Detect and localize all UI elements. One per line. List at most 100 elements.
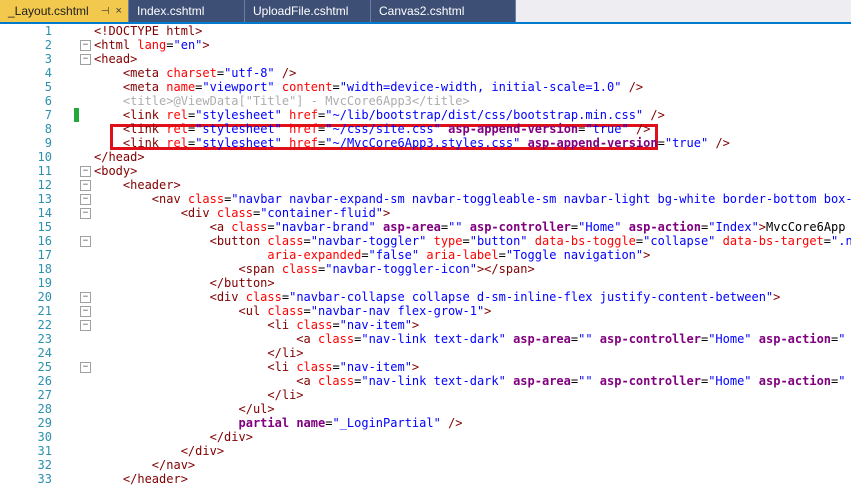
code-line[interactable]: 10 </head> (0, 150, 851, 164)
code-line[interactable]: 32 </nav> (0, 458, 851, 472)
code-text[interactable]: <div class="navbar-collapse collapse d-s… (94, 290, 781, 304)
tab--layout-cshtml[interactable]: _Layout.cshtml ⊣ × (0, 0, 129, 22)
code-text[interactable]: <title>@ViewData["Title"] - MvcCore6App3… (94, 94, 470, 108)
code-line[interactable]: 1 <!DOCTYPE html> (0, 24, 851, 38)
code-text[interactable]: <meta charset="utf-8" /> (94, 66, 296, 80)
code-text[interactable]: aria-expanded="false" aria-label="Toggle… (94, 248, 650, 262)
code-text[interactable]: <link rel="stylesheet" href="~/css/site.… (94, 122, 651, 136)
code-text[interactable]: <body> (94, 164, 137, 178)
code-text[interactable]: </header> (94, 472, 188, 486)
code-line[interactable]: 23 <a class="nav-link text-dark" asp-are… (0, 332, 851, 346)
code-text[interactable]: <link rel="stylesheet" href="~/lib/boots… (94, 108, 665, 122)
code-text[interactable]: </div> (94, 430, 253, 444)
collapse-icon[interactable]: − (80, 320, 91, 331)
code-line[interactable]: 33 </header> (0, 472, 851, 486)
code-line[interactable]: 16 <button class="navbar-toggler" type="… (0, 234, 851, 248)
document-tab-bar: _Layout.cshtml ⊣ × Index.cshtml UploadFile.c… (0, 0, 851, 24)
code-line[interactable]: 7 <link rel="stylesheet" href="~/lib/boo… (0, 108, 851, 122)
line-number: 22 (37, 318, 52, 332)
code-text[interactable]: <a class="nav-link text-dark" asp-area="… (94, 332, 845, 346)
code-line[interactable]: 26 <a class="nav-link text-dark" asp-are… (0, 374, 851, 388)
code-text[interactable]: <div class="container-fluid"> (94, 206, 391, 220)
code-line[interactable]: 3 <head> − (0, 52, 851, 66)
line-number: 13 (37, 192, 52, 206)
code-line[interactable]: 28 </ul> (0, 402, 851, 416)
code-editor[interactable]: 1 <!DOCTYPE html> 2 <html lang="en"> −3 <head… (0, 24, 851, 488)
code-line[interactable]: 22 <li class="nav-item"> − (0, 318, 851, 332)
code-line[interactable]: 15 <a class="navbar-brand" asp-area="" a… (0, 220, 851, 234)
code-text[interactable]: <a class="nav-link text-dark" asp-area="… (94, 374, 845, 388)
collapse-icon[interactable]: − (80, 40, 91, 51)
code-text[interactable]: </button> (94, 276, 275, 290)
line-number: 21 (37, 304, 52, 318)
code-text[interactable]: </div> (94, 444, 224, 458)
line-number: 19 (37, 276, 52, 290)
collapse-icon[interactable]: − (80, 180, 91, 191)
tab-label: UploadFile.cshtml (253, 4, 349, 18)
code-line[interactable]: 24 </li> (0, 346, 851, 360)
code-line[interactable]: 19 </button> (0, 276, 851, 290)
code-line[interactable]: 14 <div class="container-fluid"> − (0, 206, 851, 220)
code-line[interactable]: 5 <meta name="viewport" content="width=d… (0, 80, 851, 94)
code-text[interactable]: <html lang="en"> (94, 38, 210, 52)
line-number: 17 (37, 248, 52, 262)
code-text[interactable]: <meta name="viewport" content="width=dev… (94, 80, 643, 94)
code-line[interactable]: 31 </div> (0, 444, 851, 458)
code-line[interactable]: 6 <title>@ViewData["Title"] - MvcCore6Ap… (0, 94, 851, 108)
code-text[interactable]: <li class="nav-item"> (94, 318, 419, 332)
collapse-icon[interactable]: − (80, 236, 91, 247)
code-text[interactable]: <button class="navbar-toggler" type="but… (94, 234, 851, 248)
line-number: 24 (37, 346, 52, 360)
code-line[interactable]: 27 </li> (0, 388, 851, 402)
code-text[interactable]: </li> (94, 388, 303, 402)
tab-canvas2-cshtml[interactable]: Canvas2.cshtml (371, 0, 516, 22)
code-text[interactable]: <span class="navbar-toggler-icon"></span… (94, 262, 535, 276)
code-line[interactable]: 8 <link rel="stylesheet" href="~/css/sit… (0, 122, 851, 136)
code-text[interactable]: <!DOCTYPE html> (94, 24, 202, 38)
collapse-icon[interactable]: − (80, 292, 91, 303)
code-line[interactable]: 25 <li class="nav-item"> − (0, 360, 851, 374)
code-text[interactable]: <li class="nav-item"> (94, 360, 419, 374)
code-line[interactable]: 2 <html lang="en"> − (0, 38, 851, 52)
line-number: 27 (37, 388, 52, 402)
pin-icon[interactable]: ⊣ (101, 6, 110, 17)
code-text[interactable]: </nav> (94, 458, 195, 472)
tab-uploadfile-cshtml[interactable]: UploadFile.cshtml (245, 0, 371, 22)
code-line[interactable]: 12 <header> − (0, 178, 851, 192)
code-line[interactable]: 18 <span class="navbar-toggler-icon"></s… (0, 262, 851, 276)
code-text[interactable]: </ul> (94, 402, 275, 416)
collapse-icon[interactable]: − (80, 194, 91, 205)
code-line[interactable]: 30 </div> (0, 430, 851, 444)
collapse-icon[interactable]: − (80, 362, 91, 373)
line-number: 14 (37, 206, 52, 220)
code-line[interactable]: 29 partial name="_LoginPartial" /> (0, 416, 851, 430)
code-line[interactable]: 20 <div class="navbar-collapse collapse … (0, 290, 851, 304)
collapse-icon[interactable]: − (80, 208, 91, 219)
code-line[interactable]: 17 aria-expanded="false" aria-label="Tog… (0, 248, 851, 262)
line-number: 26 (37, 374, 52, 388)
code-text[interactable]: <ul class="navbar-nav flex-grow-1"> (94, 304, 492, 318)
code-line[interactable]: 4 <meta charset="utf-8" /> (0, 66, 851, 80)
code-text[interactable]: <header> (94, 178, 181, 192)
line-number: 16 (37, 234, 52, 248)
collapse-icon[interactable]: − (80, 166, 91, 177)
code-line[interactable]: 13 <nav class="navbar navbar-expand-sm n… (0, 192, 851, 206)
collapse-icon[interactable]: − (80, 54, 91, 65)
line-number: 2 (44, 38, 52, 52)
line-number: 4 (44, 66, 52, 80)
code-line[interactable]: 11 <body> − (0, 164, 851, 178)
collapse-icon[interactable]: − (80, 306, 91, 317)
line-number: 25 (37, 360, 52, 374)
code-text[interactable]: </head> (94, 150, 145, 164)
code-text[interactable]: </li> (94, 346, 303, 360)
code-line[interactable]: 21 <ul class="navbar-nav flex-grow-1"> − (0, 304, 851, 318)
line-number: 28 (37, 402, 52, 416)
code-text[interactable]: <a class="navbar-brand" asp-area="" asp-… (94, 220, 846, 234)
close-icon[interactable]: × (115, 5, 121, 17)
tab-index-cshtml[interactable]: Index.cshtml (129, 0, 245, 22)
code-text[interactable]: <link rel="stylesheet" href="~/MvcCore6A… (94, 136, 730, 150)
code-text[interactable]: <head> (94, 52, 137, 66)
code-text[interactable]: <nav class="navbar navbar-expand-sm navb… (94, 192, 851, 206)
code-text[interactable]: partial name="_LoginPartial" /> (94, 416, 463, 430)
code-line[interactable]: 9 <link rel="stylesheet" href="~/MvcCore… (0, 136, 851, 150)
